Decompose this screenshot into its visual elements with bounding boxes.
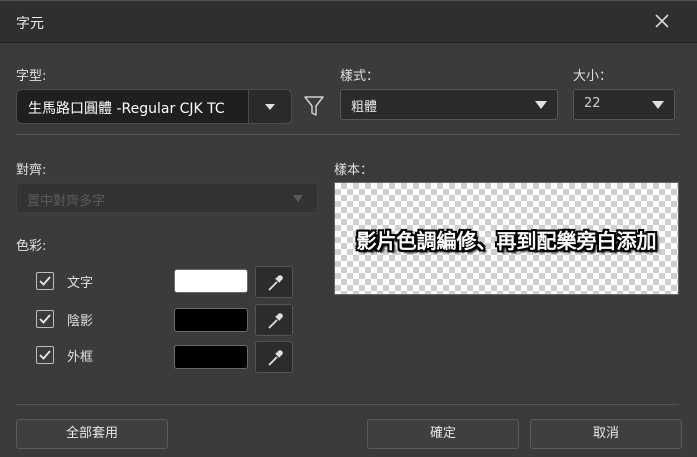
chevron-down-icon xyxy=(293,195,303,202)
close-icon[interactable] xyxy=(652,11,672,31)
font-value: 生馬路口圓體 -Regular CJK TC xyxy=(28,101,225,117)
text-eyedropper-button[interactable] xyxy=(255,266,293,298)
style-value: 粗體 xyxy=(351,100,378,115)
font-dropdown[interactable]: 生馬路口圓體 -Regular CJK TC xyxy=(16,89,292,124)
shadow-color-checkbox[interactable] xyxy=(36,310,54,328)
color-label: 色彩: xyxy=(16,239,47,254)
cancel-button[interactable]: 取消 xyxy=(530,419,682,449)
alignment-value: 置中對齊多字 xyxy=(27,194,106,209)
eyedropper-icon xyxy=(268,313,283,329)
filter-icon[interactable] xyxy=(303,94,325,118)
alignment-dropdown: 置中對齊多字 xyxy=(16,183,318,213)
preview-label: 樣本： xyxy=(334,163,374,178)
check-icon xyxy=(39,276,51,286)
size-dropdown[interactable]: 22 xyxy=(573,89,675,120)
check-icon xyxy=(39,350,51,360)
shadow-eyedropper-button[interactable] xyxy=(255,304,293,336)
chevron-down-icon xyxy=(535,101,547,109)
ok-button[interactable]: 確定 xyxy=(367,419,519,449)
shadow-color-label: 陰影 xyxy=(67,314,94,329)
dialog-title: 字元 xyxy=(16,16,44,32)
eyedropper-icon xyxy=(268,275,283,291)
size-value: 22 xyxy=(584,96,601,111)
chevron-down-icon xyxy=(652,101,664,109)
border-color-checkbox[interactable] xyxy=(36,346,54,364)
text-color-label: 文字 xyxy=(67,276,94,291)
font-label: 字型: xyxy=(16,69,47,84)
chevron-down-icon xyxy=(265,104,275,110)
alignment-label: 對齊: xyxy=(16,163,47,178)
check-icon xyxy=(39,314,51,324)
text-color-swatch[interactable] xyxy=(174,269,248,293)
size-label: 大小： xyxy=(573,69,613,84)
border-color-label: 外框 xyxy=(67,350,94,365)
border-color-swatch[interactable] xyxy=(174,345,248,369)
font-dropdown-button[interactable] xyxy=(249,90,291,123)
preview-sample-text: 影片色調編修、再到配樂旁白添加 xyxy=(356,229,657,253)
eyedropper-icon xyxy=(268,350,283,366)
border-eyedropper-button[interactable] xyxy=(255,341,293,373)
apply-all-button[interactable]: 全部套用 xyxy=(16,419,168,449)
top-divider xyxy=(16,134,679,135)
bottom-divider xyxy=(16,404,679,405)
text-color-checkbox[interactable] xyxy=(36,272,54,290)
character-dialog: 字元 字型: 生馬路口圓體 -Regular CJK TC 樣式： 粗體 大小：… xyxy=(0,0,697,457)
shadow-color-swatch[interactable] xyxy=(174,308,248,332)
style-label: 樣式： xyxy=(340,69,380,84)
preview-area: 影片色調編修、再到配樂旁白添加 xyxy=(334,182,679,295)
style-dropdown[interactable]: 粗體 xyxy=(340,89,558,120)
title-bar: 字元 xyxy=(0,1,697,43)
